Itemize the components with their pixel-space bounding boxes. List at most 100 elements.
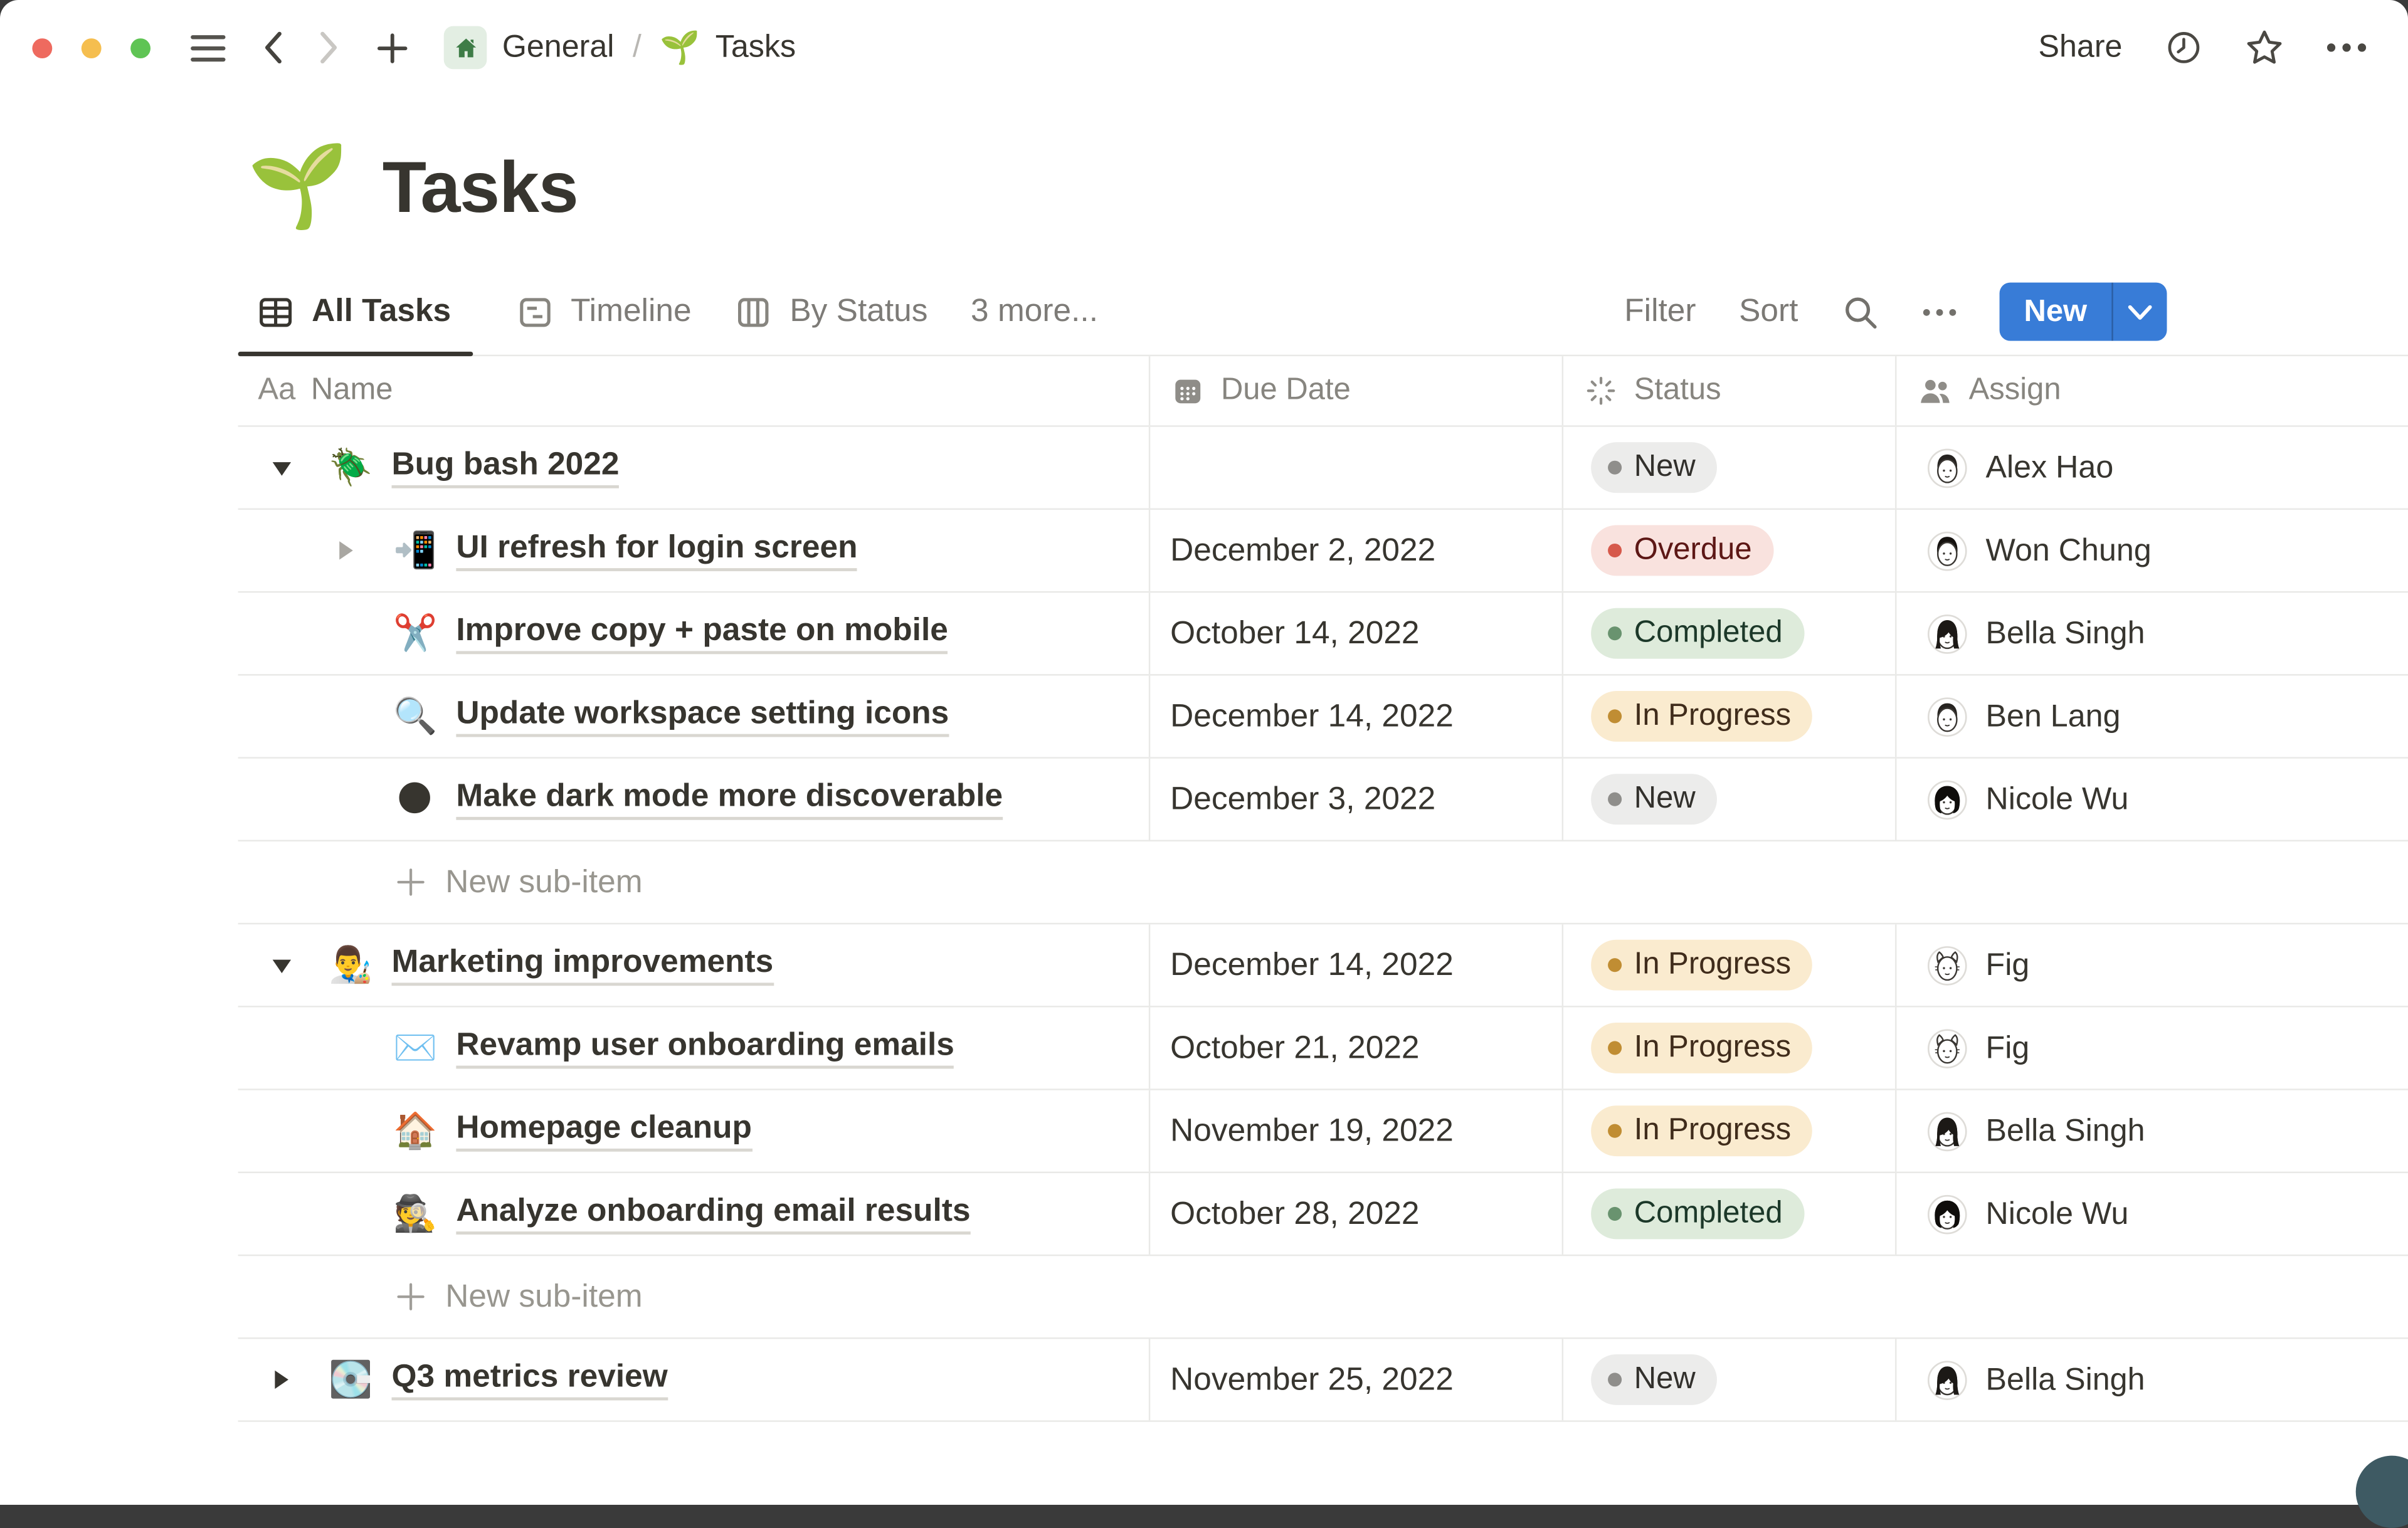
page-icon[interactable]: 🌱 bbox=[247, 146, 349, 228]
new-sub-item-row[interactable]: New sub-item bbox=[238, 841, 2408, 925]
favorite-star-icon[interactable] bbox=[2245, 29, 2283, 66]
name-cell[interactable]: 🔍 Update workspace setting icons bbox=[238, 676, 1149, 757]
collapse-toggle-icon[interactable] bbox=[263, 449, 300, 486]
due-date-cell[interactable]: October 14, 2022 bbox=[1148, 593, 1562, 675]
name-cell[interactable]: ✉️ Revamp user onboarding emails bbox=[238, 1008, 1149, 1089]
status-cell[interactable]: Completed bbox=[1561, 593, 1895, 675]
tab-by-status[interactable]: By Status bbox=[734, 269, 927, 355]
tab-3-more[interactable]: 3 more... bbox=[971, 269, 1098, 355]
new-button-label[interactable]: New bbox=[1999, 283, 2111, 341]
more-options-icon[interactable] bbox=[2326, 43, 2367, 53]
due-date-cell[interactable]: December 2, 2022 bbox=[1148, 510, 1562, 591]
column-header-due-date[interactable]: Due Date bbox=[1148, 356, 1562, 426]
home-icon[interactable] bbox=[443, 26, 487, 70]
task-link[interactable]: Make dark mode more discoverable bbox=[456, 779, 1003, 820]
forward-icon[interactable] bbox=[319, 31, 339, 65]
assign-cell[interactable]: Nicole Wu bbox=[1895, 1173, 2408, 1255]
history-clock-icon[interactable] bbox=[2165, 29, 2202, 66]
assign-cell[interactable]: Won Chung bbox=[1895, 510, 2408, 591]
column-header-assign[interactable]: Assign bbox=[1895, 356, 2408, 426]
due-date-cell[interactable]: October 28, 2022 bbox=[1148, 1173, 1562, 1255]
status-cell[interactable]: Completed bbox=[1561, 1173, 1895, 1255]
task-link[interactable]: Revamp user onboarding emails bbox=[456, 1027, 954, 1069]
due-date-cell[interactable]: November 25, 2022 bbox=[1148, 1339, 1562, 1421]
new-page-icon[interactable] bbox=[376, 31, 408, 63]
share-button[interactable]: Share bbox=[2038, 29, 2122, 66]
task-link[interactable]: Homepage cleanup bbox=[456, 1110, 752, 1152]
task-link[interactable]: Q3 metrics review bbox=[391, 1359, 668, 1401]
task-link[interactable]: Update workspace setting icons bbox=[456, 695, 949, 737]
back-icon[interactable] bbox=[263, 31, 283, 65]
table-row[interactable]: 🔍 Update workspace setting icons December … bbox=[238, 675, 2408, 759]
column-header-name[interactable]: Aa Name bbox=[238, 356, 1149, 425]
due-date-cell[interactable]: December 3, 2022 bbox=[1148, 758, 1562, 840]
table-row[interactable]: ✂️ Improve copy + paste on mobile October … bbox=[238, 593, 2408, 676]
new-sub-item-row[interactable]: New sub-item bbox=[238, 1256, 2408, 1339]
table-row[interactable]: 👨‍🎨 Marketing improvements December 14, 20… bbox=[238, 924, 2408, 1008]
status-badge[interactable]: New bbox=[1591, 774, 1717, 825]
due-date-cell[interactable]: December 14, 2022 bbox=[1148, 675, 1562, 757]
name-cell[interactable]: ✂️ Improve copy + paste on mobile bbox=[238, 593, 1149, 674]
status-badge[interactable]: New bbox=[1591, 1354, 1717, 1405]
status-cell[interactable]: In Progress bbox=[1561, 1007, 1895, 1089]
table-row[interactable]: ✉️ Revamp user onboarding emails October 2… bbox=[238, 1007, 2408, 1090]
due-date-cell[interactable]: December 14, 2022 bbox=[1148, 924, 1562, 1006]
status-cell[interactable]: New bbox=[1561, 426, 1895, 508]
name-cell[interactable]: 👨‍🎨 Marketing improvements bbox=[238, 924, 1149, 1006]
assign-cell[interactable]: Ben Lang bbox=[1895, 675, 2408, 757]
status-cell[interactable]: Overdue bbox=[1561, 510, 1895, 591]
due-date-cell[interactable] bbox=[1148, 426, 1562, 508]
name-cell[interactable]: 📲 UI refresh for login screen bbox=[238, 510, 1149, 591]
new-button-chevron-down-icon[interactable] bbox=[2111, 282, 2167, 341]
status-cell[interactable]: In Progress bbox=[1561, 1090, 1895, 1172]
column-header-status[interactable]: Status bbox=[1561, 356, 1895, 426]
assign-cell[interactable]: Fig bbox=[1895, 924, 2408, 1006]
zoom-window-button[interactable] bbox=[130, 38, 151, 58]
status-cell[interactable]: In Progress bbox=[1561, 924, 1895, 1006]
status-badge[interactable]: Completed bbox=[1591, 1188, 1804, 1240]
table-row[interactable]: 🕵️ Analyze onboarding email results Octobe… bbox=[238, 1173, 2408, 1257]
table-row[interactable]: 🏠 Homepage cleanup November 19, 2022 In Pro… bbox=[238, 1090, 2408, 1174]
status-badge[interactable]: Overdue bbox=[1591, 525, 1773, 576]
task-link[interactable]: UI refresh for login screen bbox=[456, 530, 858, 572]
assign-cell[interactable]: Bella Singh bbox=[1895, 1339, 2408, 1421]
expand-toggle-icon[interactable] bbox=[327, 532, 364, 569]
task-link[interactable]: Improve copy + paste on mobile bbox=[456, 613, 948, 655]
table-row[interactable]: 📲 UI refresh for login screen December 2, … bbox=[238, 510, 2408, 593]
name-cell[interactable]: 🕵️ Analyze onboarding email results bbox=[238, 1173, 1149, 1255]
status-badge[interactable]: In Progress bbox=[1591, 691, 1813, 742]
name-cell[interactable]: 🌑 Make dark mode more discoverable bbox=[238, 759, 1149, 840]
new-button[interactable]: New bbox=[1999, 282, 2167, 341]
status-badge[interactable]: In Progress bbox=[1591, 1105, 1813, 1157]
help-button[interactable] bbox=[2355, 1455, 2408, 1528]
minimize-window-button[interactable] bbox=[81, 38, 102, 58]
tab-timeline[interactable]: Timeline bbox=[515, 269, 692, 355]
status-badge[interactable]: Completed bbox=[1591, 608, 1804, 659]
tab-all-tasks[interactable]: All Tasks bbox=[238, 269, 473, 357]
task-link[interactable]: Analyze onboarding email results bbox=[456, 1193, 971, 1235]
status-badge[interactable]: In Progress bbox=[1591, 939, 1813, 991]
status-cell[interactable]: In Progress bbox=[1561, 675, 1895, 757]
breadcrumb-page[interactable]: Tasks bbox=[716, 29, 796, 66]
sort-button[interactable]: Sort bbox=[1739, 293, 1798, 330]
status-badge[interactable]: In Progress bbox=[1591, 1023, 1813, 1073]
name-cell[interactable]: 🏠 Homepage cleanup bbox=[238, 1090, 1149, 1172]
breadcrumb-root[interactable]: General bbox=[502, 29, 615, 66]
table-row[interactable]: 🪲 Bug bash 2022 New Alex Hao bbox=[238, 426, 2408, 510]
status-badge[interactable]: New bbox=[1591, 442, 1717, 493]
assign-cell[interactable]: Nicole Wu bbox=[1895, 758, 2408, 840]
assign-cell[interactable]: Fig bbox=[1895, 1007, 2408, 1089]
sidebar-menu-icon[interactable] bbox=[191, 33, 226, 63]
assign-cell[interactable]: Bella Singh bbox=[1895, 1090, 2408, 1172]
assign-cell[interactable]: Bella Singh bbox=[1895, 593, 2408, 675]
table-row[interactable]: 💽 Q3 metrics review November 25, 2022 New Be… bbox=[238, 1339, 2408, 1422]
close-window-button[interactable] bbox=[32, 38, 53, 58]
name-cell[interactable]: 🪲 Bug bash 2022 bbox=[238, 427, 1149, 508]
task-link[interactable]: Bug bash 2022 bbox=[391, 447, 620, 488]
expand-toggle-icon[interactable] bbox=[263, 1361, 300, 1398]
search-icon[interactable] bbox=[1841, 293, 1879, 331]
filter-button[interactable]: Filter bbox=[1624, 293, 1696, 330]
view-options-icon[interactable] bbox=[1923, 308, 1956, 315]
name-cell[interactable]: 💽 Q3 metrics review bbox=[238, 1339, 1149, 1421]
due-date-cell[interactable]: October 21, 2022 bbox=[1148, 1007, 1562, 1089]
